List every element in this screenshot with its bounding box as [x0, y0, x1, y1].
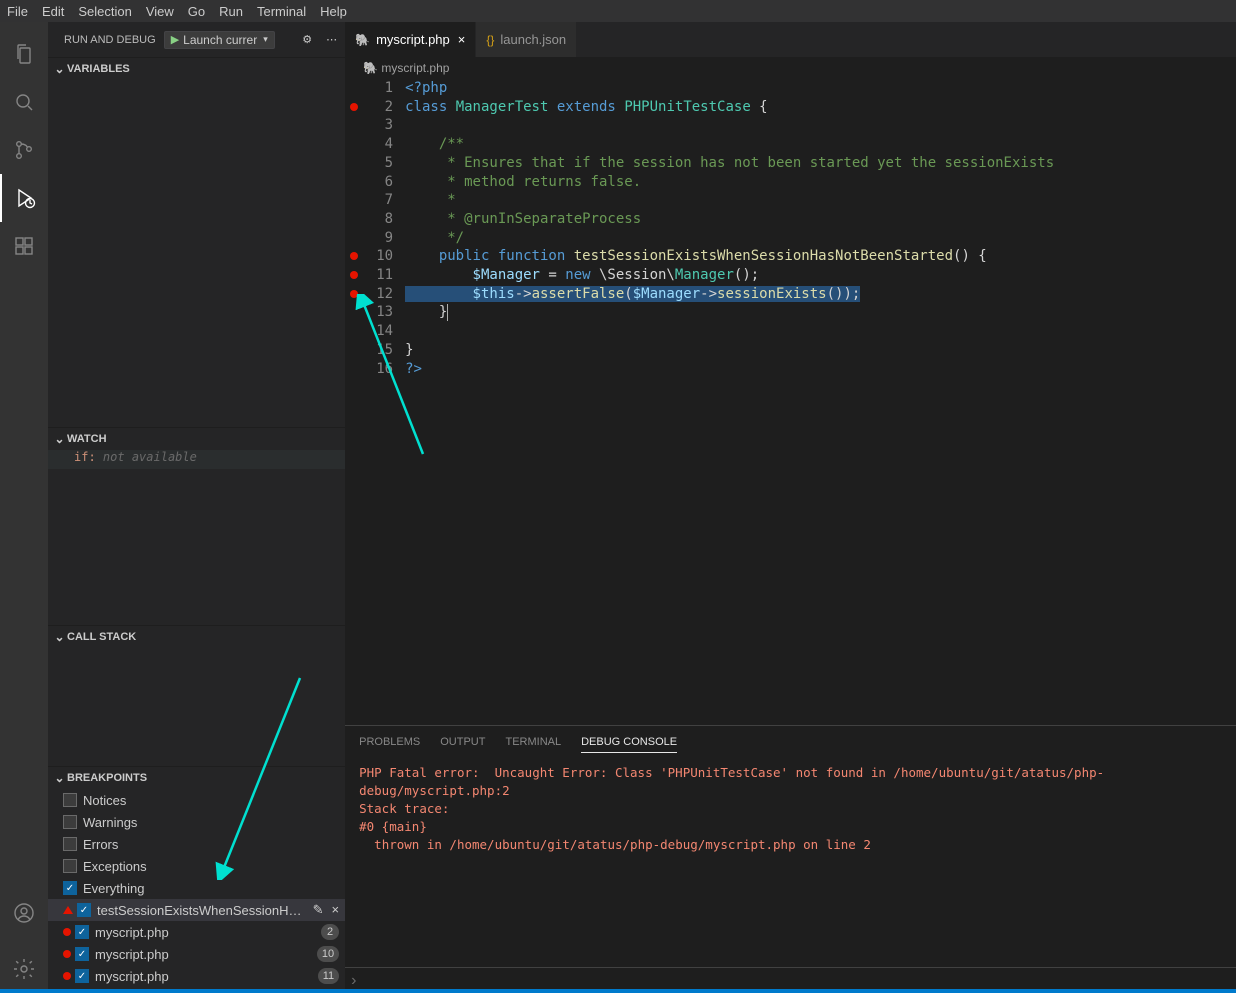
- debug-sidebar: RUN AND DEBUG ▶ Launch currer ▾ ⚙ ⋯ ⌄VAR…: [48, 22, 345, 993]
- breakpoint-dot-icon[interactable]: [350, 252, 358, 260]
- watch-section[interactable]: ⌄WATCH: [48, 428, 345, 450]
- breakpoint-dot-icon[interactable]: [350, 103, 358, 111]
- extensions-icon[interactable]: [0, 222, 48, 270]
- breakpoint-dot-icon[interactable]: [350, 290, 358, 298]
- panel-tab-problems[interactable]: PROBLEMS: [359, 732, 420, 752]
- launch-config-select[interactable]: ▶ Launch currer ▾: [164, 31, 275, 49]
- bp-category-warnings[interactable]: Warnings: [48, 811, 345, 833]
- checkbox[interactable]: ✓: [63, 881, 77, 895]
- checkbox[interactable]: ✓: [77, 903, 91, 917]
- breadcrumbs[interactable]: 🐘 myscript.php: [345, 57, 1236, 79]
- bp-category-errors[interactable]: Errors: [48, 833, 345, 855]
- play-icon: ▶: [171, 33, 179, 46]
- php-file-icon: 🐘: [363, 61, 378, 75]
- tab-launch.json[interactable]: {}launch.json: [476, 22, 577, 57]
- source-control-icon[interactable]: [0, 126, 48, 174]
- breakpoints-section[interactable]: ⌄BREAKPOINTS: [48, 767, 345, 789]
- launch-config-label: Launch currer: [183, 33, 257, 47]
- checkbox[interactable]: ✓: [75, 969, 89, 983]
- breakpoint-dot-icon: [63, 928, 71, 936]
- activity-bar: [0, 22, 48, 993]
- watch-item[interactable]: if: not available: [48, 450, 345, 469]
- menu-terminal[interactable]: Terminal: [257, 4, 306, 19]
- bp-category-notices[interactable]: Notices: [48, 789, 345, 811]
- bp-file-item[interactable]: ✓myscript.php11: [48, 965, 345, 987]
- code-editor[interactable]: 12345678910111213141516 <?phpclass Manag…: [345, 79, 1236, 725]
- menu-file[interactable]: File: [7, 4, 28, 19]
- panel-tab-terminal[interactable]: TERMINAL: [505, 732, 561, 752]
- editor-area: 🐘myscript.php×{}launch.json 🐘 myscript.p…: [345, 22, 1236, 993]
- editor-tabs: 🐘myscript.php×{}launch.json: [345, 22, 1236, 57]
- gear-icon[interactable]: ⚙: [302, 33, 312, 46]
- breakpoint-triangle-icon: [63, 906, 73, 914]
- breakpoint-dot-icon: [63, 972, 71, 980]
- php-file-icon: 🐘: [355, 33, 370, 47]
- remove-icon[interactable]: ×: [332, 902, 340, 918]
- line-badge: 10: [317, 946, 339, 962]
- run-debug-icon[interactable]: [0, 174, 48, 222]
- bp-category-everything[interactable]: ✓Everything: [48, 877, 345, 899]
- settings-gear-icon[interactable]: [0, 945, 48, 993]
- menu-help[interactable]: Help: [320, 4, 347, 19]
- sidebar-title: RUN AND DEBUG: [64, 34, 156, 46]
- menu-edit[interactable]: Edit: [42, 4, 64, 19]
- breakpoint-dot-icon[interactable]: [350, 271, 358, 279]
- edit-icon[interactable]: ✎: [313, 902, 324, 918]
- accounts-icon[interactable]: [0, 889, 48, 937]
- tab-myscript.php[interactable]: 🐘myscript.php×: [345, 22, 476, 57]
- checkbox[interactable]: ✓: [75, 925, 89, 939]
- panel-tab-output[interactable]: OUTPUT: [440, 732, 485, 752]
- status-bar[interactable]: [0, 989, 1236, 993]
- checkbox[interactable]: [63, 859, 77, 873]
- close-icon[interactable]: ×: [458, 32, 466, 47]
- panel-tab-debug-console[interactable]: DEBUG CONSOLE: [581, 732, 677, 753]
- more-icon[interactable]: ⋯: [326, 33, 337, 46]
- checkbox[interactable]: [63, 815, 77, 829]
- callstack-section[interactable]: ⌄CALL STACK: [48, 626, 345, 648]
- checkbox[interactable]: ✓: [75, 947, 89, 961]
- line-badge: 2: [321, 924, 339, 940]
- bp-file-item[interactable]: ✓myscript.php2: [48, 921, 345, 943]
- menubar[interactable]: File Edit Selection View Go Run Terminal Help: [0, 0, 1236, 22]
- menu-view[interactable]: View: [146, 4, 174, 19]
- breakpoint-dot-icon: [63, 950, 71, 958]
- debug-console-output[interactable]: PHP Fatal error: Uncaught Error: Class '…: [345, 758, 1236, 967]
- chevron-down-icon: ▾: [263, 34, 268, 45]
- bp-file-item[interactable]: ✓myscript.php10: [48, 943, 345, 965]
- checkbox[interactable]: [63, 837, 77, 851]
- bp-file-item[interactable]: ✓testSessionExistsWhenSessionH…✎×: [48, 899, 345, 921]
- menu-selection[interactable]: Selection: [78, 4, 131, 19]
- json-file-icon: {}: [486, 33, 494, 47]
- checkbox[interactable]: [63, 793, 77, 807]
- bp-category-exceptions[interactable]: Exceptions: [48, 855, 345, 877]
- search-icon[interactable]: [0, 78, 48, 126]
- panel-tabs: PROBLEMS OUTPUT TERMINAL DEBUG CONSOLE: [345, 726, 1236, 758]
- bottom-panel: PROBLEMS OUTPUT TERMINAL DEBUG CONSOLE PHP …: [345, 725, 1236, 993]
- explorer-icon[interactable]: [0, 30, 48, 78]
- line-badge: 11: [318, 968, 339, 984]
- variables-section[interactable]: ⌄VARIABLES: [48, 58, 345, 80]
- menu-go[interactable]: Go: [188, 4, 205, 19]
- menu-run[interactable]: Run: [219, 4, 243, 19]
